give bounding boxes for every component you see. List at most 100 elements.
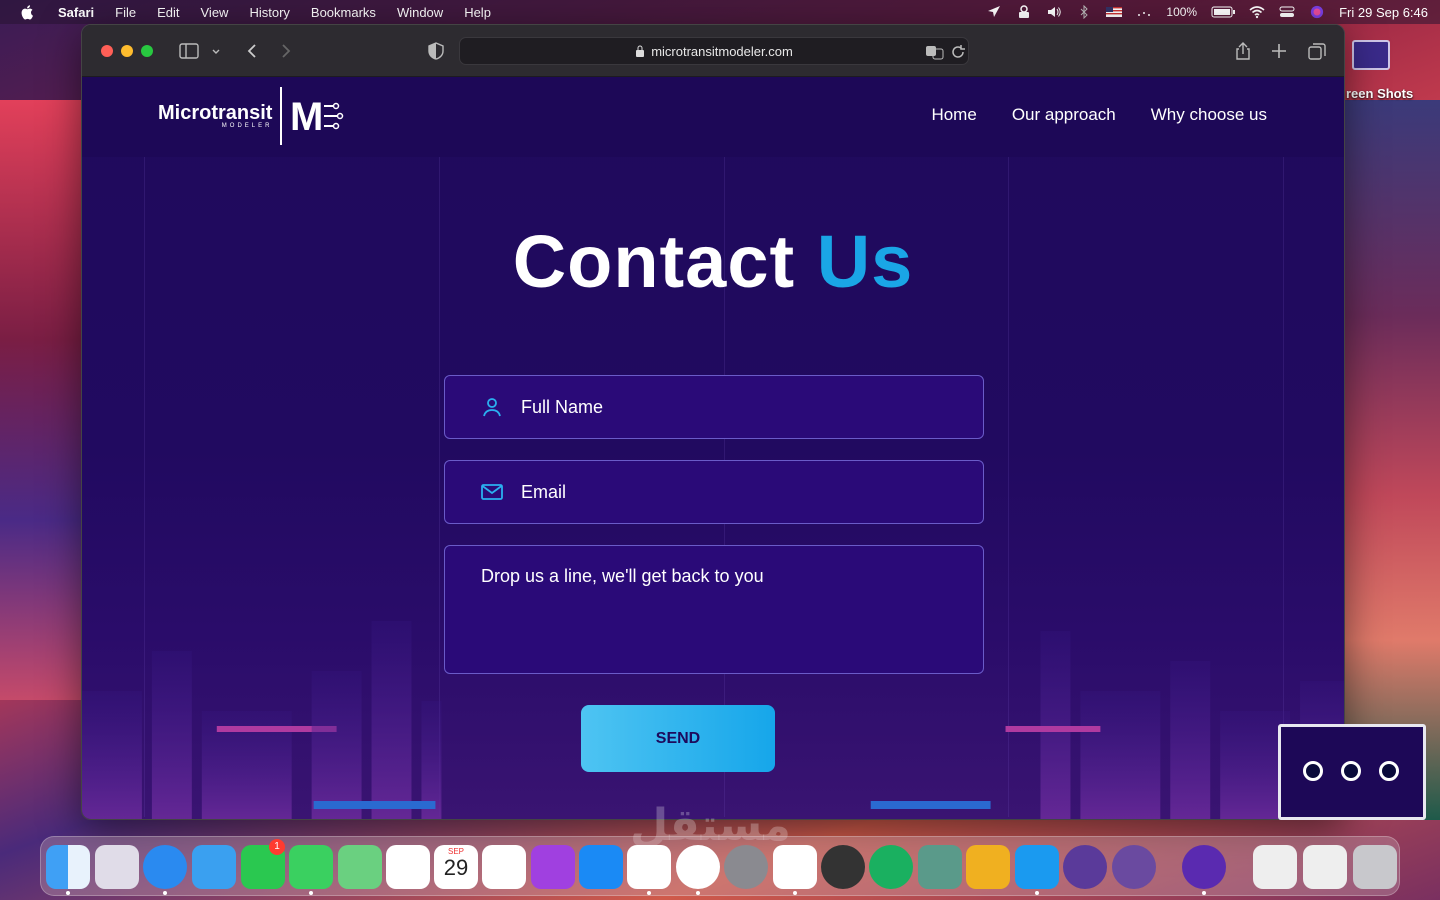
recent-window-icon[interactable] [1303,845,1347,889]
minimize-button[interactable] [121,44,133,57]
fiverr-icon[interactable] [869,845,913,889]
nav-home[interactable]: Home [931,105,976,125]
chatgpt-icon[interactable] [918,845,962,889]
translate-icon[interactable] [925,42,945,62]
apple-icon[interactable] [20,4,36,20]
logo-mark-icon: M [290,96,344,136]
reload-icon[interactable] [948,42,968,62]
calendar-icon[interactable]: SEP 29 [434,845,478,889]
address-bar[interactable]: microtransitmodeler.com [459,37,969,65]
full-name-field[interactable]: Full Name [444,375,984,439]
url-text: microtransitmodeler.com [651,43,793,59]
location-icon[interactable] [986,5,1002,19]
nav-our-approach[interactable]: Our approach [1012,105,1116,125]
mail-app-icon[interactable] [192,845,236,889]
chevron-down-icon[interactable] [210,41,222,61]
mail-icon [481,484,503,500]
email-field[interactable]: Email [444,460,984,524]
vpn-icon[interactable] [1016,5,1032,19]
new-tab-icon[interactable] [1269,41,1289,61]
safari-icon[interactable] [143,845,187,889]
podcasts-icon[interactable] [531,845,575,889]
ring-app-icon[interactable] [1015,845,1059,889]
dock: 1 SEP 29 [40,836,1400,896]
chrome-icon[interactable] [676,845,720,889]
sidebar-icon[interactable] [179,41,199,61]
battery-icon[interactable] [1211,5,1236,19]
menu-bookmarks[interactable]: Bookmarks [311,5,376,20]
menu-app[interactable]: Safari [58,5,94,20]
launchpad-icon[interactable] [95,845,139,889]
privacy-shield-icon[interactable] [426,41,446,61]
preview-circle [1379,761,1399,781]
menu-help[interactable]: Help [464,5,491,20]
maps-icon[interactable] [338,845,382,889]
activity-icon[interactable] [1136,5,1152,19]
desktop-folder-label[interactable]: reen Shots [1346,86,1413,101]
screenshot-preview[interactable] [1278,724,1426,820]
browser-toolbar: microtransitmodeler.com [82,25,1344,77]
menu-edit[interactable]: Edit [157,5,179,20]
running-indicator [1035,891,1039,895]
message-placeholder: Drop us a line, we'll get back to you [481,566,764,586]
vscode-icon[interactable] [773,845,817,889]
finder-icon[interactable] [46,845,90,889]
window-controls [101,44,153,57]
close-button[interactable] [101,44,113,57]
disk-app-icon[interactable] [1182,845,1226,889]
menu-file[interactable]: File [115,5,136,20]
send-button[interactable]: SEND [581,705,775,772]
clock[interactable]: Fri 29 Sep 6:46 [1339,5,1428,20]
photos-icon[interactable] [386,845,430,889]
menu-history[interactable]: History [249,5,289,20]
facetime-badge: 1 [269,839,285,855]
p-app-icon[interactable] [1112,845,1156,889]
five-app-icon[interactable] [966,845,1010,889]
system-preferences-icon[interactable] [724,845,768,889]
wifi-icon[interactable] [1249,5,1265,19]
web-page: Microtransit MODELER M Home Our approach… [82,77,1344,819]
battery-percent: 100% [1166,5,1198,19]
wallpaper-left [0,100,90,700]
forward-icon[interactable] [276,41,296,61]
safari-window: microtransitmodeler.com Microtransit MOD… [81,24,1345,820]
preview-circle [1303,761,1323,781]
running-indicator [647,891,651,895]
recent-window-icon[interactable] [1253,845,1297,889]
menu-window[interactable]: Window [397,5,443,20]
desktop-folder-thumbnail[interactable] [1352,40,1390,70]
gmail-icon[interactable] [482,845,526,889]
full-name-placeholder: Full Name [521,396,604,417]
share-icon[interactable] [1233,41,1253,61]
tab-overview-icon[interactable] [1307,41,1327,61]
page-title-main: Contact [512,220,796,303]
message-textarea[interactable]: Drop us a line, we'll get back to you [444,545,984,674]
bluetooth-icon[interactable] [1076,5,1092,19]
control-center-icon[interactable] [1279,5,1295,19]
trash-icon[interactable] [1353,845,1397,889]
volume-icon[interactable] [1046,5,1062,19]
page-title-accent: Us [816,220,914,303]
page-title: Contact Us [82,219,1344,304]
menu-bar: Safari File Edit View History Bookmarks … [0,0,1440,24]
site-logo[interactable]: Microtransit MODELER M [158,87,346,145]
running-indicator [66,891,70,895]
flag-us-icon[interactable] [1106,5,1123,19]
siri-icon[interactable] [1309,5,1325,19]
wallpaper-right [1340,100,1440,820]
nav-why-choose-us[interactable]: Why choose us [1151,105,1267,125]
running-indicator [163,891,167,895]
screen-recorder-icon[interactable] [821,845,865,889]
email-placeholder: Email [521,481,567,502]
back-icon[interactable] [242,41,262,61]
running-indicator [309,891,313,895]
messages-icon[interactable] [289,845,333,889]
app-store-icon[interactable] [579,845,623,889]
logo-divider [280,87,283,145]
fullscreen-button[interactable] [141,44,153,57]
logo-text: Microtransit [158,102,273,124]
podcast-app-icon[interactable] [1063,845,1107,889]
messenger-icon[interactable] [627,845,671,889]
user-icon [483,398,501,417]
menu-view[interactable]: View [201,5,229,20]
